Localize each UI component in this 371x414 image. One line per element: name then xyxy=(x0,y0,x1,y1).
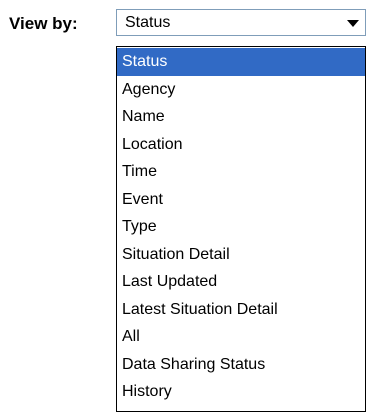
view-by-select[interactable]: Status xyxy=(116,9,366,36)
option-situation-detail[interactable]: Situation Detail xyxy=(117,241,365,269)
view-by-label: View by: xyxy=(9,14,78,33)
option-all[interactable]: All xyxy=(117,323,365,351)
option-event[interactable]: Event xyxy=(117,186,365,214)
option-time[interactable]: Time xyxy=(117,158,365,186)
view-by-selected-value: Status xyxy=(125,14,171,31)
option-location[interactable]: Location xyxy=(117,131,365,159)
option-agency[interactable]: Agency xyxy=(117,76,365,104)
option-history[interactable]: History xyxy=(117,378,365,406)
view-by-options-list: Status Agency Name Location Time Event T… xyxy=(116,46,366,412)
dropdown-arrow-icon[interactable] xyxy=(347,20,359,27)
option-last-updated[interactable]: Last Updated xyxy=(117,268,365,296)
option-data-sharing-status[interactable]: Data Sharing Status xyxy=(117,351,365,379)
option-name[interactable]: Name xyxy=(117,103,365,131)
option-latest-situation-detail[interactable]: Latest Situation Detail xyxy=(117,296,365,324)
option-type[interactable]: Type xyxy=(117,213,365,241)
option-status[interactable]: Status xyxy=(117,48,365,76)
